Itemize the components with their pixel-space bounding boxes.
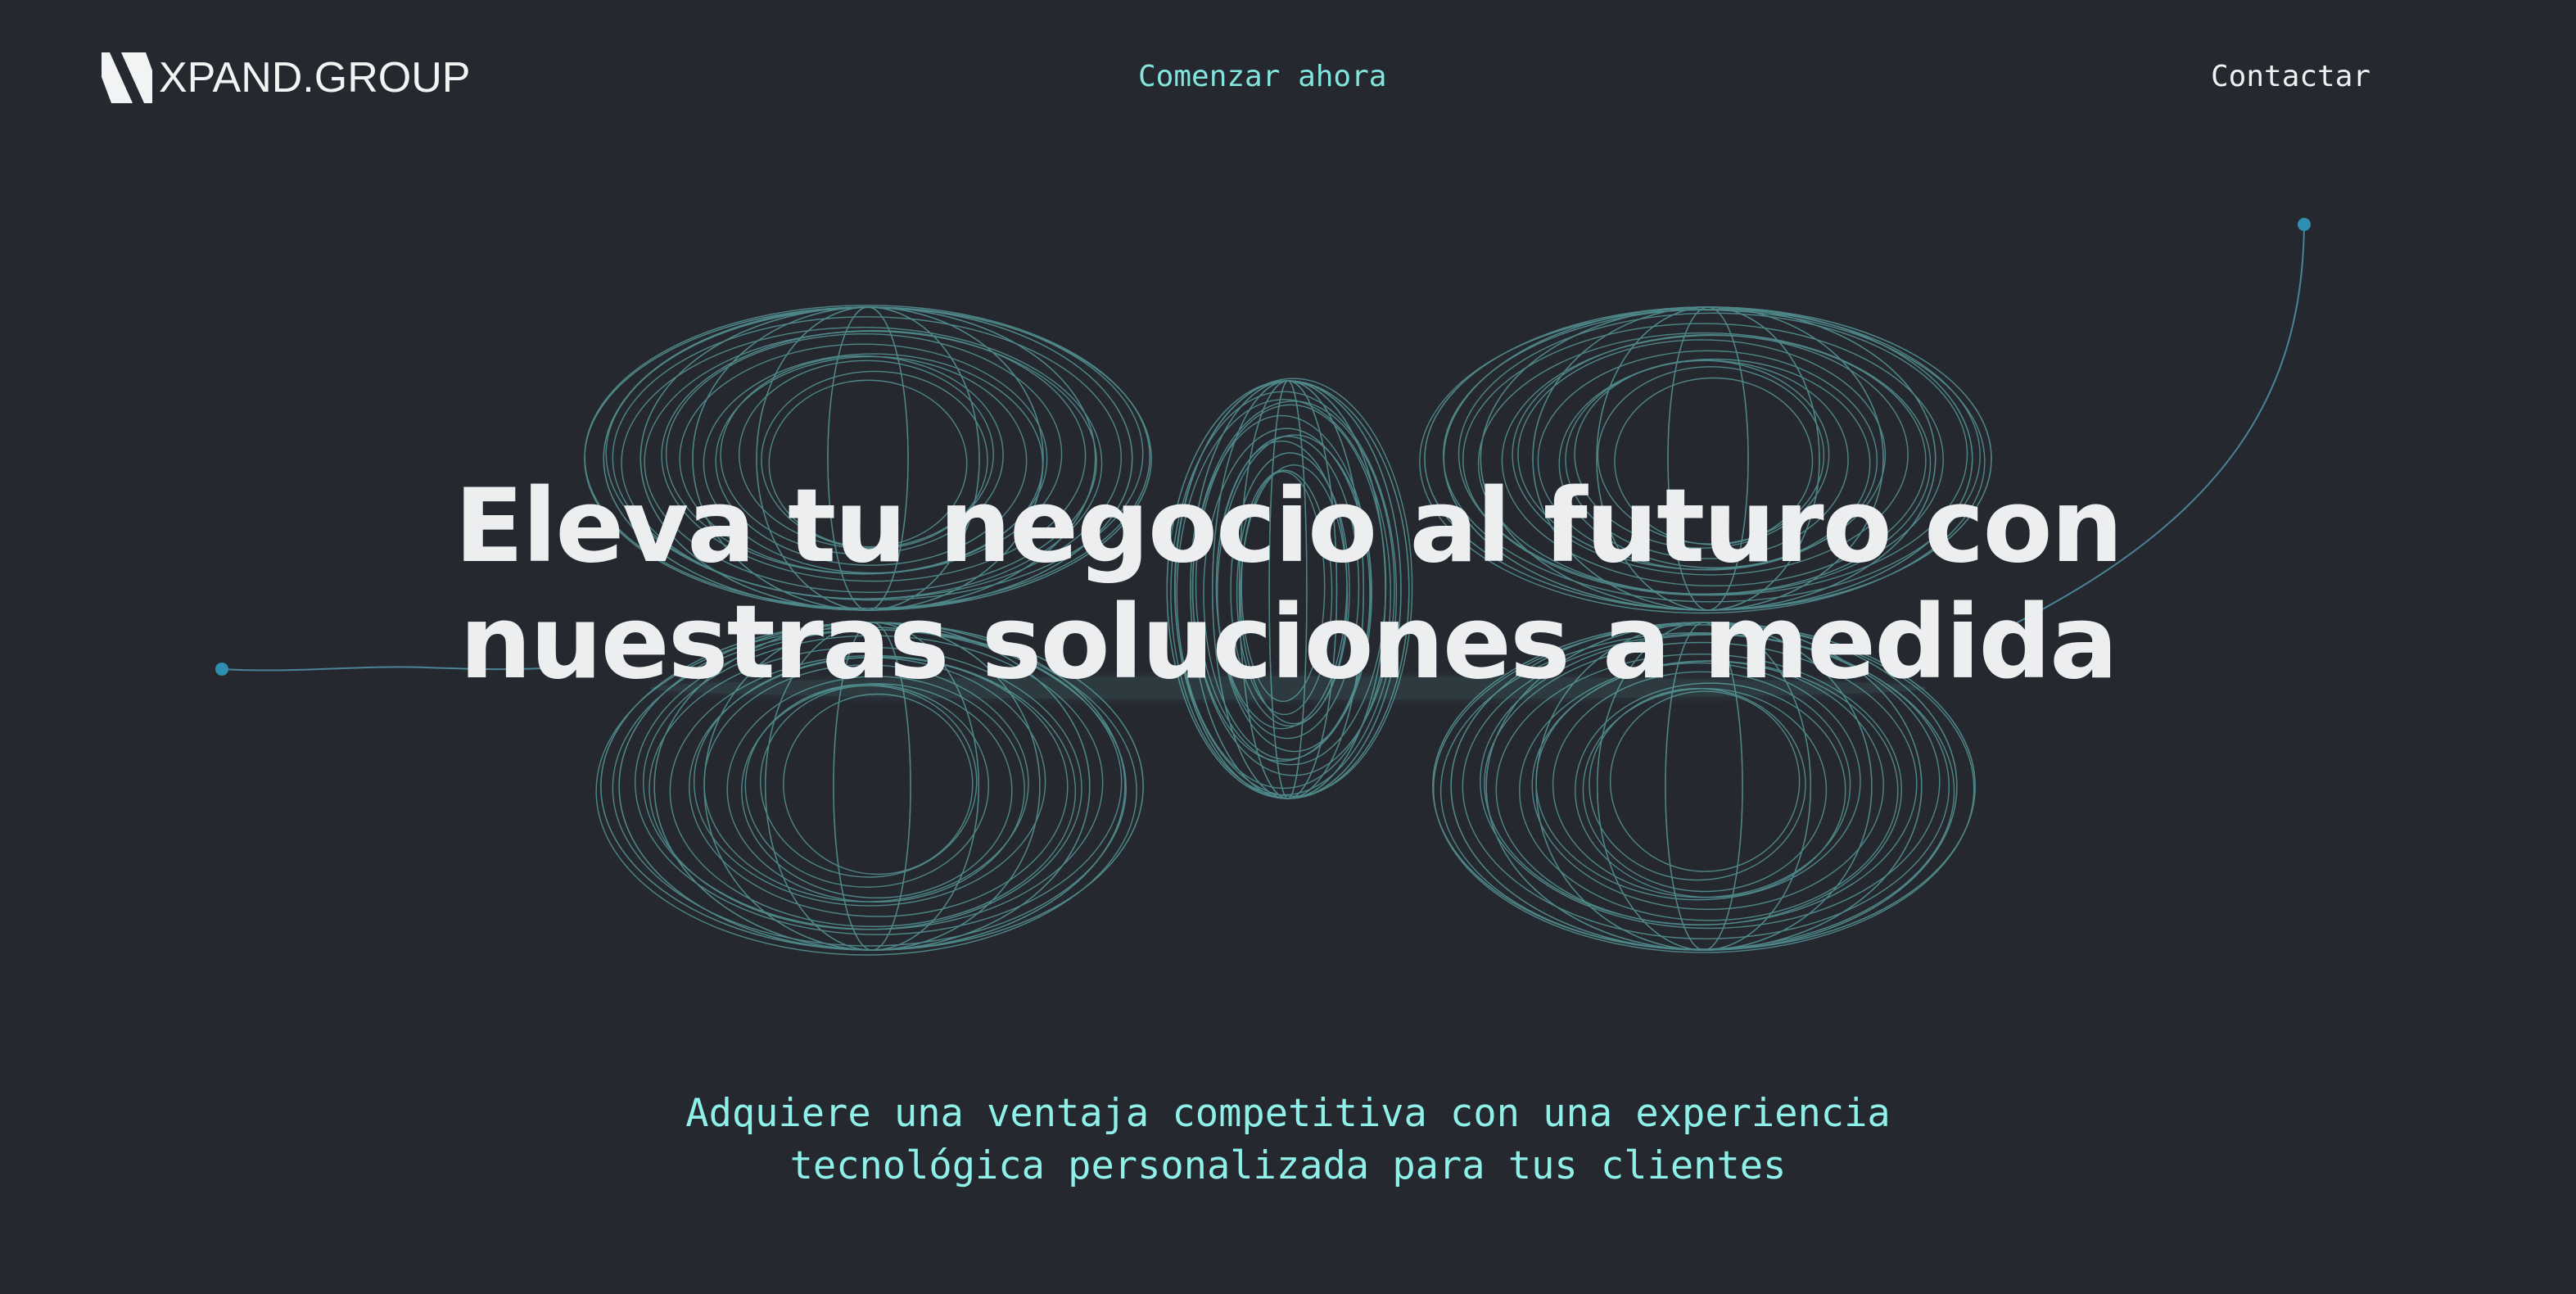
hero-subtitle-line-2: tecnológica personalizada para tus clien… (789, 1143, 1787, 1188)
hero-headline-line-2: nuestras soluciones a medida (459, 584, 2118, 702)
brand-logo[interactable]: XPAND.GROUP (102, 52, 470, 103)
hero-subtitle: Adquiere una ventaja competitiva con una… (387, 1088, 2189, 1192)
xpand-logo-mark-icon (102, 52, 152, 103)
right-connector-dot (2298, 218, 2311, 231)
hero-headline-line-1: Eleva tu negocio al futuro con (454, 468, 2123, 586)
landing-page: XPAND.GROUP Comenzar ahora Contactar Ele… (0, 0, 2576, 1294)
start-now-link[interactable]: Comenzar ahora (1138, 54, 1386, 100)
site-header: XPAND.GROUP Comenzar ahora Contactar (0, 0, 2576, 156)
contact-link[interactable]: Contactar (2211, 54, 2370, 100)
brand-name: XPAND.GROUP (159, 54, 471, 102)
hero-subtitle-line-1: Adquiere una ventaja competitiva con una… (685, 1091, 1891, 1136)
hero-headline: Eleva tu negocio al futuro con nuestras … (224, 468, 2352, 701)
